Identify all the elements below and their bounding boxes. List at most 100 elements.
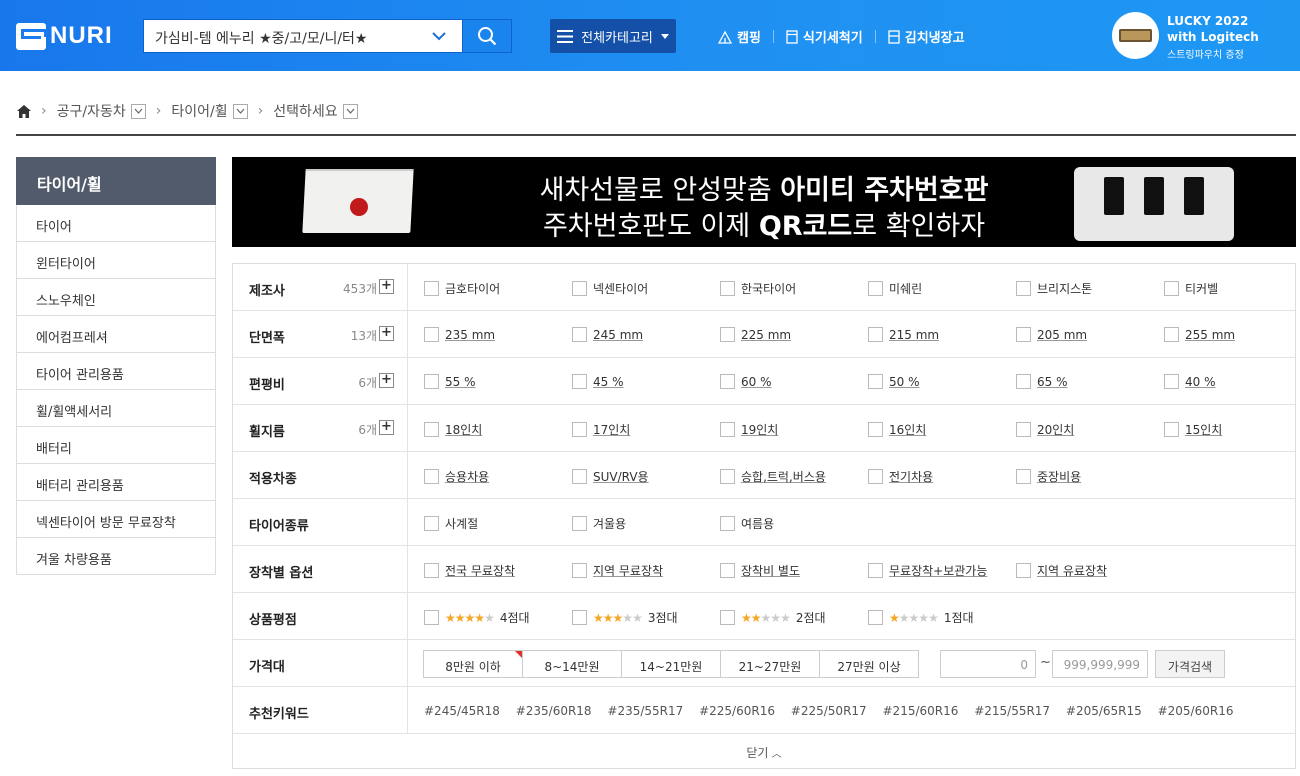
filter-option[interactable]: 45 %: [572, 374, 624, 389]
filter-option[interactable]: 215 mm: [868, 327, 939, 342]
checkbox[interactable]: [868, 327, 883, 342]
price-range-button[interactable]: 14~21만원: [621, 650, 721, 678]
checkbox[interactable]: [868, 563, 883, 578]
checkbox[interactable]: [720, 516, 735, 531]
filter-option[interactable]: 넥센타이어: [572, 280, 648, 297]
checkbox[interactable]: [1164, 374, 1179, 389]
filter-option[interactable]: 50 %: [868, 374, 920, 389]
checkbox[interactable]: [424, 516, 439, 531]
home-icon[interactable]: [17, 104, 31, 118]
search-input[interactable]: 가심비-템 에누리 ★중/고/모/니/터★: [155, 28, 367, 48]
min-price-input[interactable]: 0: [940, 650, 1036, 678]
checkbox[interactable]: [1016, 327, 1031, 342]
breadcrumb-item[interactable]: 공구/자동차: [57, 101, 126, 121]
rating-option[interactable]: ★★★★★ 2점대: [720, 609, 826, 626]
breadcrumb-dropdown-button[interactable]: [342, 103, 358, 119]
filter-option[interactable]: SUV/RV용: [572, 468, 649, 485]
price-range-button[interactable]: 27만원 이상: [819, 650, 919, 678]
checkbox[interactable]: [424, 422, 439, 437]
rating-option[interactable]: ★★★★★ 3점대: [572, 609, 678, 626]
checkbox[interactable]: [572, 516, 587, 531]
checkbox[interactable]: [424, 281, 439, 296]
filter-option[interactable]: 18인치: [424, 421, 482, 438]
filter-option[interactable]: 17인치: [572, 421, 630, 438]
filter-option[interactable]: 20인치: [1016, 421, 1074, 438]
keyword-tag[interactable]: #225/50R17: [791, 704, 867, 718]
filter-option[interactable]: 지역 무료장착: [572, 562, 663, 579]
breadcrumb-dropdown-button[interactable]: [130, 103, 146, 119]
sidebar-item[interactable]: 배터리 관리용품: [16, 464, 216, 501]
chevron-down-icon[interactable]: [431, 28, 447, 44]
filter-option[interactable]: 여름용: [720, 515, 774, 532]
search-box[interactable]: 가심비-템 에누리 ★중/고/모/니/터★: [143, 19, 512, 53]
checkbox[interactable]: [868, 610, 883, 625]
filter-option[interactable]: 전국 무료장착: [424, 562, 515, 579]
filter-option[interactable]: 225 mm: [720, 327, 791, 342]
close-filter-button[interactable]: 닫기 ︿: [233, 734, 1295, 768]
keyword-tag[interactable]: #215/55R17: [974, 704, 1050, 718]
filter-option[interactable]: 19인치: [720, 421, 778, 438]
sidebar-item[interactable]: 휠/휠액세서리: [16, 390, 216, 427]
filter-option[interactable]: 승용차용: [424, 468, 489, 485]
checkbox[interactable]: [424, 374, 439, 389]
filter-option[interactable]: 16인치: [868, 421, 926, 438]
filter-option[interactable]: 전기차용: [868, 468, 933, 485]
checkbox[interactable]: [424, 610, 439, 625]
checkbox[interactable]: [572, 327, 587, 342]
checkbox[interactable]: [1164, 422, 1179, 437]
quick-link-kimchi-fridge[interactable]: 김치냉장고: [888, 27, 965, 46]
filter-option[interactable]: 미쉐린: [868, 280, 922, 297]
keyword-tag[interactable]: #225/60R16: [699, 704, 775, 718]
breadcrumb-item[interactable]: 선택하세요: [273, 101, 337, 121]
checkbox[interactable]: [572, 610, 587, 625]
sidebar-item[interactable]: 에어컴프레셔: [16, 316, 216, 353]
checkbox[interactable]: [720, 422, 735, 437]
filter-option[interactable]: 중장비용: [1016, 468, 1081, 485]
filter-option[interactable]: 55 %: [424, 374, 476, 389]
sidebar-item[interactable]: 겨울 차량용품: [16, 538, 216, 575]
keyword-tag[interactable]: #205/60R16: [1158, 704, 1234, 718]
sidebar-item[interactable]: 타이어 관리용품: [16, 353, 216, 390]
checkbox[interactable]: [868, 374, 883, 389]
filter-option[interactable]: 205 mm: [1016, 327, 1087, 342]
expand-plus-icon[interactable]: +: [379, 279, 394, 294]
checkbox[interactable]: [572, 422, 587, 437]
checkbox[interactable]: [572, 469, 587, 484]
sidebar-item[interactable]: 타이어: [16, 205, 216, 242]
search-button[interactable]: [462, 19, 512, 53]
checkbox[interactable]: [868, 469, 883, 484]
rating-option[interactable]: ★★★★★ 1점대: [868, 609, 974, 626]
sidebar-item[interactable]: 넥센타이어 방문 무료장착: [16, 501, 216, 538]
checkbox[interactable]: [572, 563, 587, 578]
filter-option[interactable]: 255 mm: [1164, 327, 1235, 342]
checkbox[interactable]: [720, 469, 735, 484]
enuri-logo[interactable]: NURI: [16, 22, 113, 50]
keyword-tag[interactable]: #215/60R16: [883, 704, 959, 718]
checkbox[interactable]: [1016, 281, 1031, 296]
filter-option[interactable]: 금호타이어: [424, 280, 500, 297]
checkbox[interactable]: [1016, 469, 1031, 484]
checkbox[interactable]: [424, 469, 439, 484]
filter-option[interactable]: 235 mm: [424, 327, 495, 342]
filter-option[interactable]: 장착비 별도: [720, 562, 800, 579]
keyword-tag[interactable]: #205/65R15: [1066, 704, 1142, 718]
checkbox[interactable]: [868, 422, 883, 437]
filter-option[interactable]: 40 %: [1164, 374, 1216, 389]
filter-option[interactable]: 승합,트럭,버스용: [720, 468, 826, 485]
expand-plus-icon[interactable]: +: [379, 420, 394, 435]
filter-option[interactable]: 245 mm: [572, 327, 643, 342]
breadcrumb-item[interactable]: 타이어/휠: [171, 101, 227, 121]
all-categories-button[interactable]: 전체카테고리: [550, 19, 676, 53]
filter-option[interactable]: 겨울용: [572, 515, 626, 532]
keyword-tag[interactable]: #245/45R18: [424, 704, 500, 718]
quick-link-camping[interactable]: 캠핑: [718, 27, 761, 46]
filter-option[interactable]: 사계절: [424, 515, 478, 532]
ad-banner[interactable]: 새차선물로 안성맞춤 아미티 주차번호판 주차번호판도 이제 QR코드로 확인하…: [232, 157, 1296, 247]
filter-option[interactable]: 15인치: [1164, 421, 1222, 438]
checkbox[interactable]: [1016, 563, 1031, 578]
checkbox[interactable]: [1016, 374, 1031, 389]
keyword-tag[interactable]: #235/55R17: [607, 704, 683, 718]
checkbox[interactable]: [720, 327, 735, 342]
checkbox[interactable]: [1164, 327, 1179, 342]
price-range-button[interactable]: 8~14만원: [522, 650, 622, 678]
